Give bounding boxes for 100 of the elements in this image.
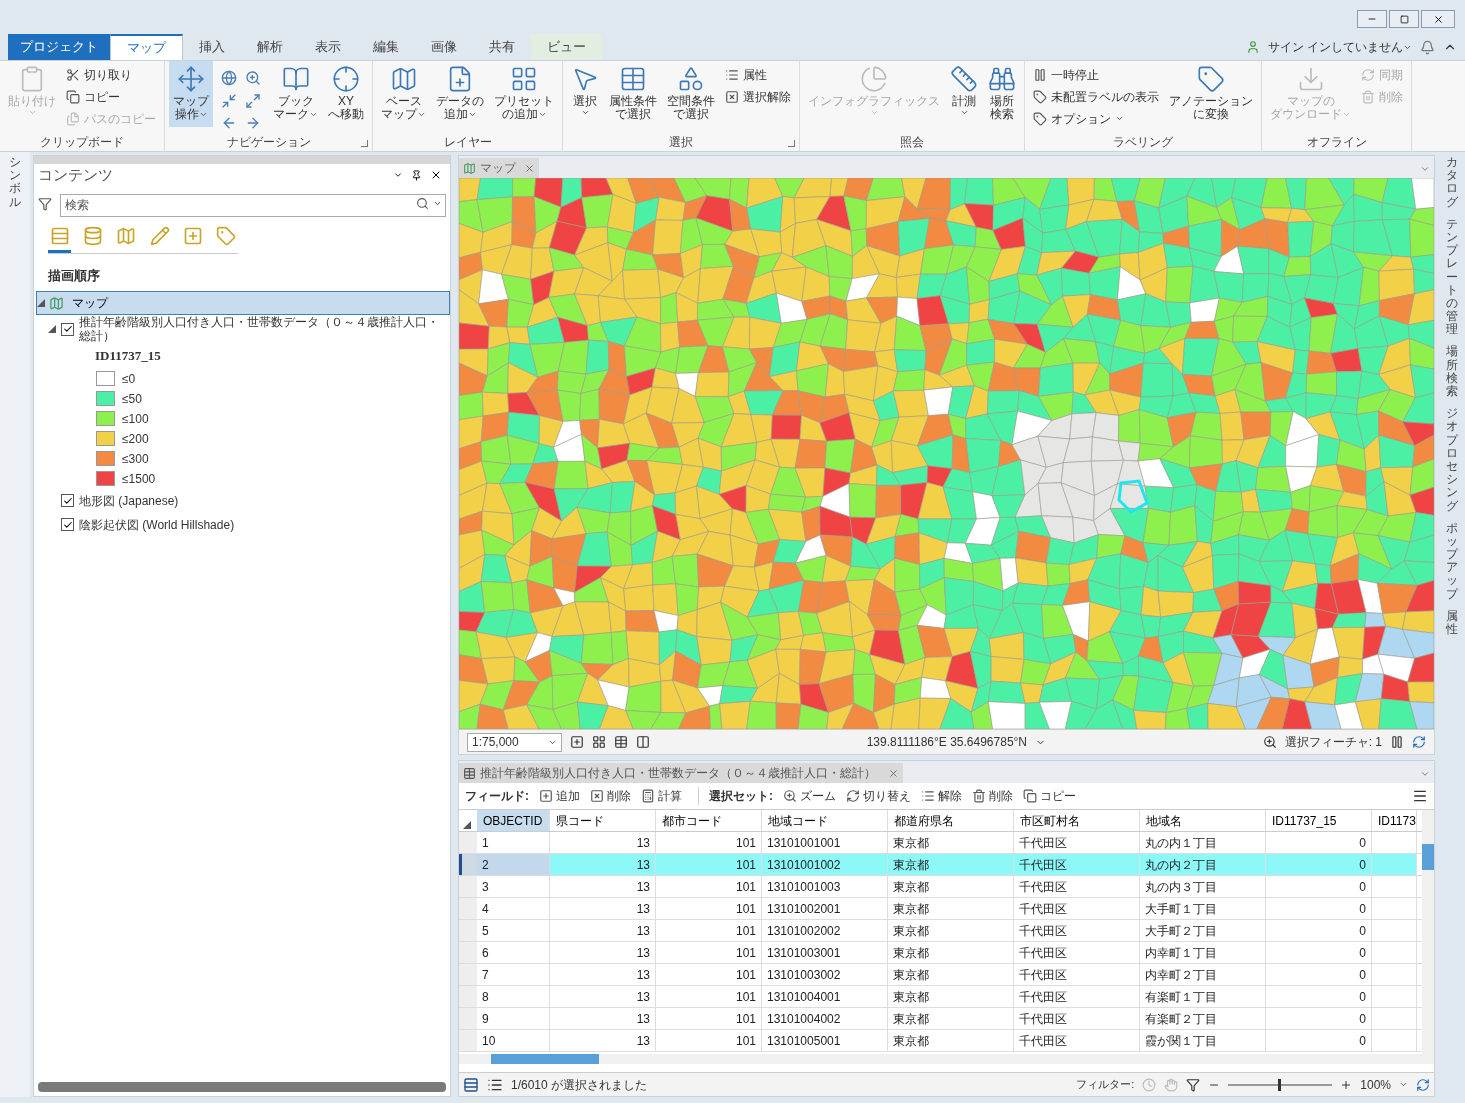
expand-triangle-icon[interactable] [37, 299, 45, 307]
column-header[interactable]: OBJECTID [477, 810, 550, 831]
toolbar-button[interactable]: ズーム [783, 787, 836, 805]
dock-tab[interactable]: ジオプロセシング [1445, 407, 1458, 513]
ribbon-tab[interactable]: 共有 [473, 34, 531, 60]
ribbon-button[interactable]: 属性 [725, 65, 791, 84]
checkbox[interactable] [61, 518, 74, 531]
bell-icon[interactable] [1420, 39, 1435, 55]
ribbon-button[interactable]: ベース マップ [377, 61, 430, 127]
row-header[interactable] [459, 854, 477, 875]
table-view-icon[interactable] [463, 1076, 479, 1093]
ribbon-tab[interactable]: 解析 [241, 34, 299, 60]
ribbon-button[interactable]: 計測 [946, 61, 982, 127]
tag-icon [216, 226, 237, 246]
shapes-icon [677, 65, 705, 93]
dialog-launcher-icon[interactable] [788, 140, 795, 147]
dock-tab[interactable]: 属性 [1445, 609, 1458, 637]
filter-icon[interactable] [38, 197, 52, 212]
scale-dropdown[interactable]: 1:75,000 [467, 732, 562, 752]
ribbon-button[interactable]: 未配置ラベルの表示 [1033, 87, 1159, 106]
refresh-icon[interactable] [1416, 1077, 1430, 1092]
toolbar-button[interactable]: コピー [1023, 787, 1076, 805]
ribbon-button[interactable]: 一時停止 [1033, 65, 1159, 84]
dock-tab[interactable]: テンプレートの管理 [1445, 217, 1458, 337]
pin-icon[interactable] [411, 169, 422, 181]
ribbon-button[interactable]: アノテーション に変換 [1165, 61, 1257, 127]
ribbon-button[interactable]: 属性条件 で選択 [605, 61, 661, 127]
zoom-reading[interactable]: 100% [1360, 1075, 1391, 1094]
ribbon-button[interactable]: マップ 操作 [169, 61, 213, 127]
refresh-icon[interactable] [1412, 735, 1426, 749]
ribbon-button[interactable]: コピー [66, 87, 156, 106]
maximize-button[interactable] [1389, 10, 1419, 28]
menu-icon[interactable] [1412, 788, 1428, 804]
ribbon-button[interactable]: 選択 [567, 61, 603, 127]
expand-button[interactable] [243, 91, 263, 110]
filter-icon[interactable] [1186, 1077, 1201, 1092]
dock-tab[interactable]: ポップアップ [1445, 521, 1458, 601]
dock-tab[interactable]: シンボル [9, 156, 21, 209]
grid-icon [510, 65, 538, 93]
filter-label: フィルター: [1076, 1077, 1135, 1093]
search-field[interactable]: 検索 [60, 193, 446, 217]
dropdown-icon[interactable] [393, 170, 403, 180]
layer-name[interactable]: 陰影起伏図 (World Hillshade) [79, 517, 446, 532]
toolbar-button[interactable]: 計算 [641, 787, 682, 805]
caret-icon [1342, 110, 1351, 119]
ribbon-button[interactable]: 選択解除 [725, 87, 791, 106]
zoom-slider[interactable] [1228, 1078, 1333, 1091]
toolbar-button[interactable]: 切り替え [846, 787, 911, 805]
globe-button[interactable] [219, 69, 239, 87]
scrollbar[interactable] [459, 1054, 1422, 1064]
ribbon-tab[interactable]: ビュー [531, 34, 602, 60]
slider-thumb[interactable] [1278, 1078, 1282, 1091]
expand-triangle-icon[interactable] [48, 325, 56, 333]
toolbar-button[interactable]: 追加 [539, 787, 580, 805]
ribbon-tab[interactable]: 挿入 [183, 34, 241, 60]
zoom-icon[interactable] [1262, 735, 1277, 749]
scrollbar[interactable] [38, 1082, 446, 1092]
ribbon-tab[interactable]: 表示 [299, 34, 357, 60]
caret-icon [198, 110, 208, 119]
minimize-button[interactable] [1357, 10, 1387, 28]
checkbox[interactable] [61, 494, 74, 507]
close-button[interactable] [1421, 10, 1455, 28]
caret-icon [417, 110, 426, 119]
layer-name[interactable]: 地形図 (Japanese) [79, 493, 446, 508]
ribbon-button[interactable]: 切り取り [66, 65, 156, 84]
ribbon-button[interactable]: データの 追加 [432, 61, 488, 127]
map-tab[interactable]: マップ [459, 158, 539, 178]
ribbon-button[interactable]: プリセット の追加 [490, 61, 558, 127]
ribbon-button[interactable]: XY へ移動 [324, 61, 368, 127]
ribbon-button[interactable]: オプション [1033, 109, 1159, 128]
toolbar-button[interactable]: 削除 [590, 787, 631, 805]
ribbon-tab[interactable]: 編集 [357, 34, 415, 60]
grid-plus-icon[interactable] [570, 735, 584, 749]
search-icon[interactable] [416, 197, 429, 210]
ribbon-tab[interactable]: マップ [110, 34, 183, 60]
ribbon-tab[interactable]: プロジェクト [8, 34, 110, 60]
dock-tab[interactable]: 場所検索 [1445, 345, 1458, 399]
table-cell: 丸の内２丁目 [1140, 854, 1266, 875]
ribbon-button[interactable]: 空間条件 で選択 [663, 61, 719, 127]
ribbon-tab[interactable]: 画像 [415, 34, 473, 60]
dialog-launcher-icon[interactable] [361, 140, 368, 147]
table-icon[interactable] [614, 735, 628, 749]
select-all-icon[interactable] [463, 821, 471, 829]
layer-name[interactable]: 推計年齢階級別人口付き人口・世帯数データ（０～４歳推計人口・総計） [79, 315, 446, 343]
pause-icon[interactable] [1390, 735, 1404, 749]
tree-item[interactable]: マップ [36, 291, 450, 315]
account-menu[interactable]: サイン インしていません [1267, 38, 1412, 56]
table-tab[interactable]: 推計年齢階級別人口付き人口・世帯数データ（０～４歳推計人口・総計） [459, 763, 903, 783]
ribbon-button[interactable]: ブック マーク [269, 61, 322, 127]
zoom-in-icon[interactable] [1340, 1078, 1353, 1091]
scrollbar[interactable] [1422, 810, 1434, 1064]
group-title: ナビゲーション [226, 134, 311, 151]
toolbar-button[interactable]: 削除 [972, 787, 1013, 805]
toolbar-button[interactable]: 解除 [921, 787, 962, 805]
dock-tab[interactable]: カタログ [1445, 156, 1458, 209]
ribbon-button[interactable]: 場所 検索 [984, 61, 1020, 127]
close-icon[interactable] [430, 169, 442, 181]
grid-icon[interactable] [592, 735, 606, 749]
columns-icon[interactable] [636, 735, 650, 749]
checkbox[interactable] [61, 322, 74, 336]
